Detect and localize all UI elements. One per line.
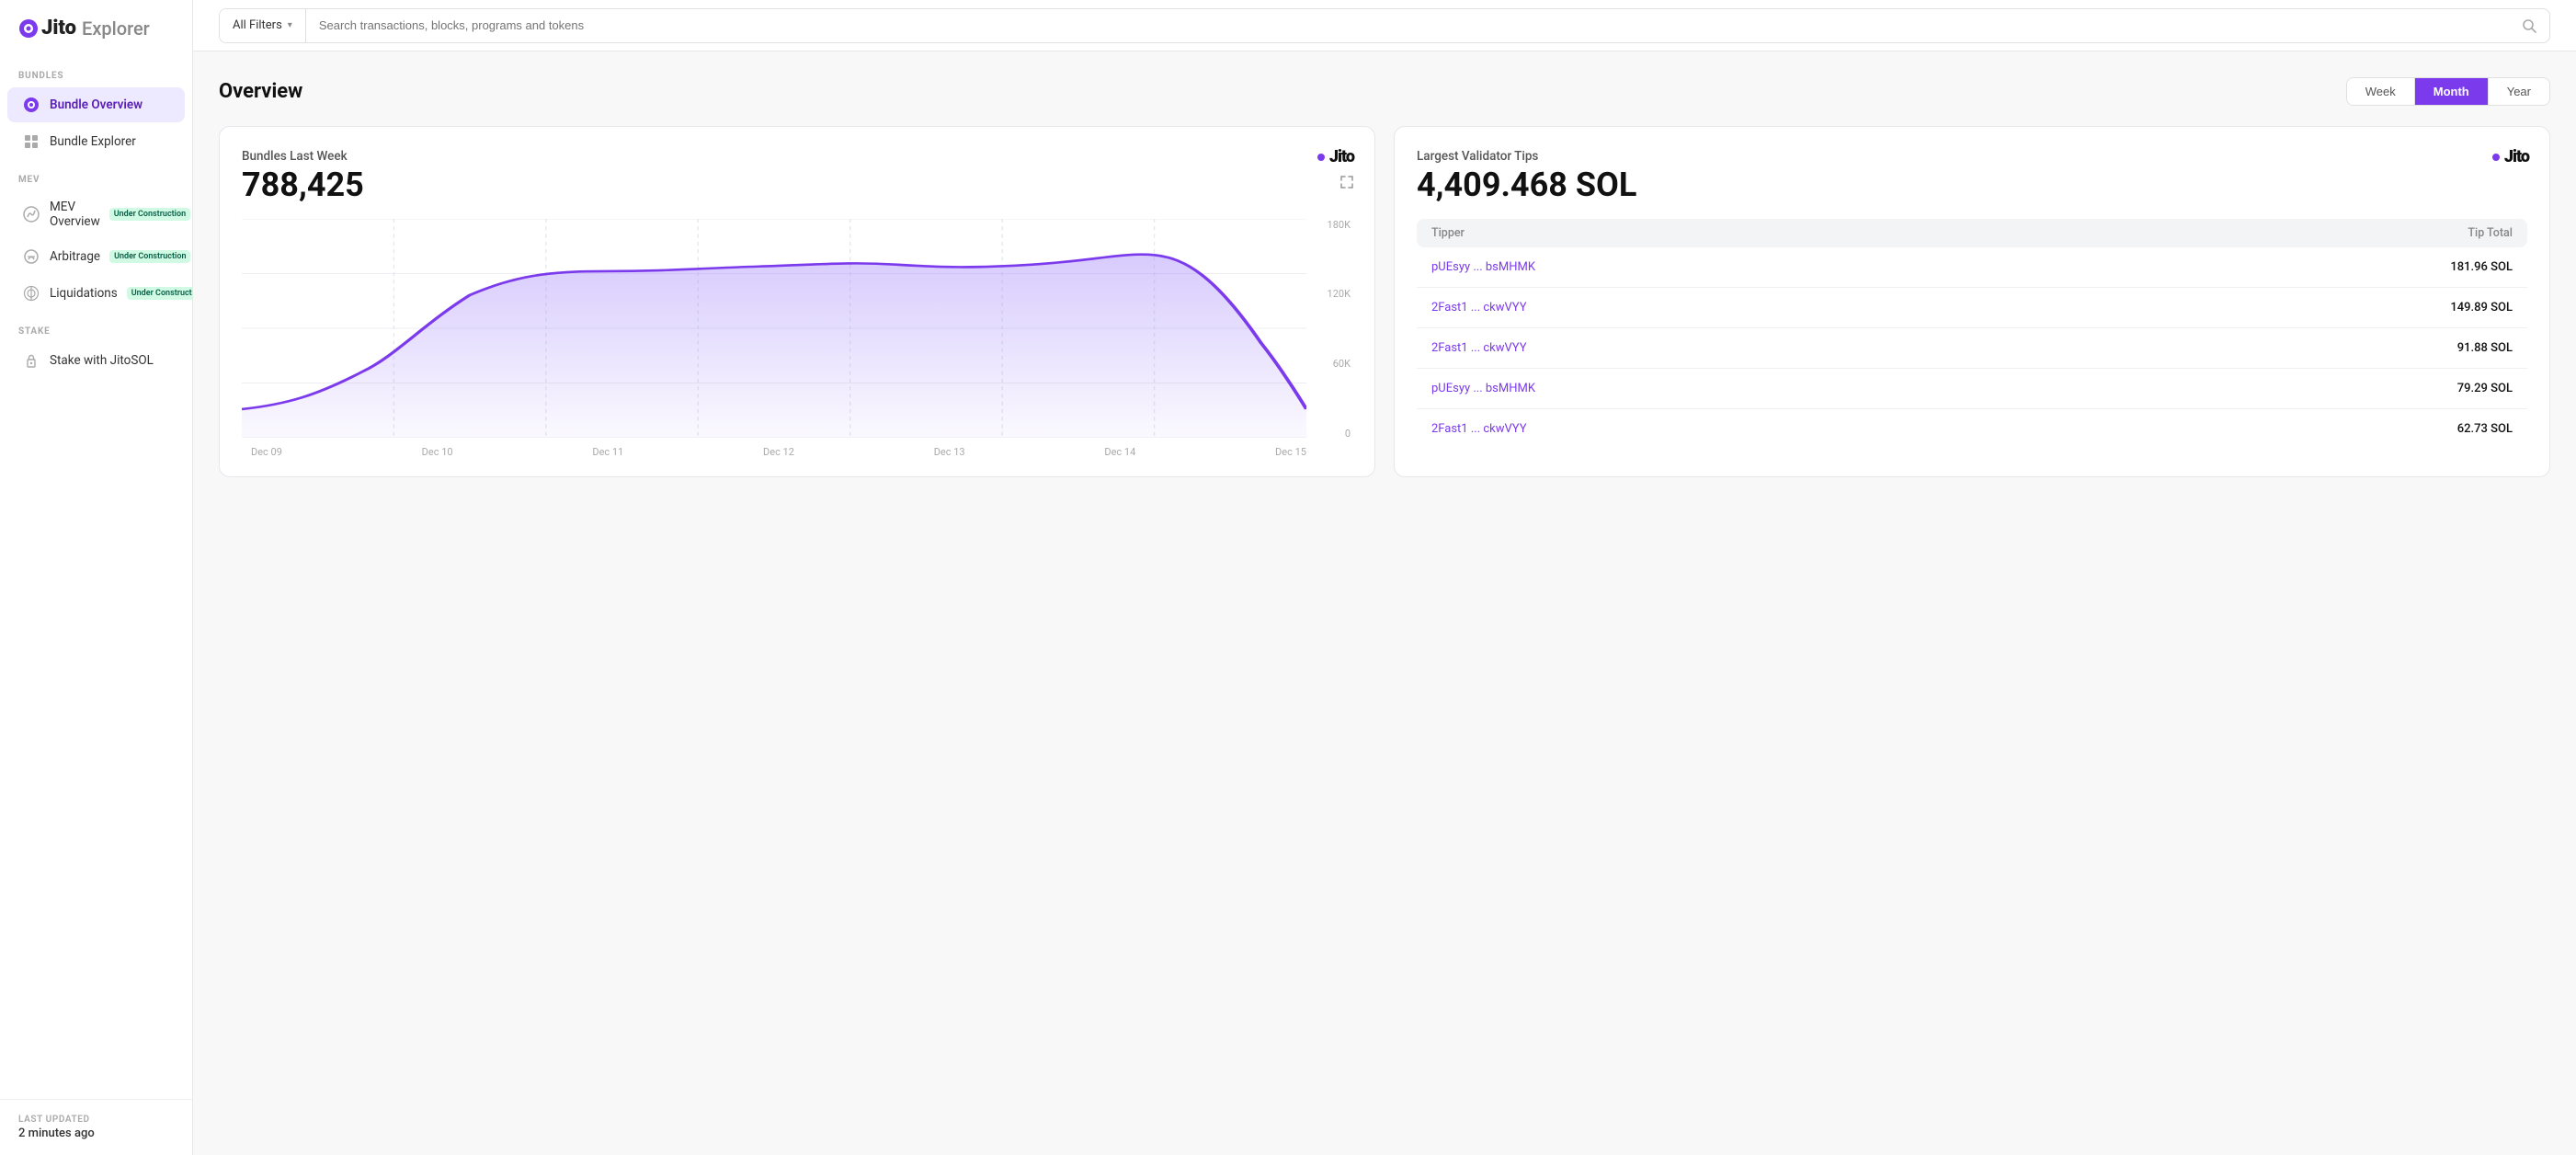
arbitrage-badge: Under Construction [109,250,190,263]
overview-title: Overview [219,80,302,103]
filter-label: All Filters [233,18,282,32]
tip-amount: 62.73 SOL [2457,422,2513,436]
x-label-dec15: Dec 15 [1275,446,1306,458]
validator-card: Jito Largest Validator Tips 4,409.468 SO… [1394,126,2550,477]
sidebar-item-liquidations[interactable]: Liquidations Under Construction [7,276,185,311]
overview-area: Overview Week Month Year Jito [193,51,2576,1155]
validator-card-logo: Jito [2492,147,2529,166]
sidebar-bottom: LAST UPDATED 2 minutes ago [0,1099,192,1155]
overview-header: Overview Week Month Year [219,77,2550,106]
search-input[interactable] [319,18,2496,32]
table-row: 2Fast1 ... ckwVYY 149.89 SOL [1417,288,2527,328]
tipper-link[interactable]: 2Fast1 ... ckwVYY [1431,301,1527,314]
x-label-dec11: Dec 11 [592,446,623,458]
bundle-overview-label: Bundle Overview [50,97,170,112]
chart-x-labels: Dec 09 Dec 10 Dec 11 Dec 12 Dec 13 Dec 1… [251,446,1306,458]
col-tip-header: Tip Total [2468,226,2513,240]
bundles-chart: 180K 120K 60K 0 [242,219,1352,458]
time-filter-group: Week Month Year [2346,77,2550,106]
table-row: pUEsyy ... bsMHMK 79.29 SOL [1417,369,2527,409]
bundles-card-logo: Jito [1317,147,1354,166]
y-label-0: 0 [1345,428,1351,440]
bundles-card: Jito Bundles Last Week 788,425 180K [219,126,1375,477]
logo-explorer-text: Explorer [82,17,150,40]
month-button[interactable]: Month [2414,78,2488,105]
main-content: All Filters ▾ Overview Week Month Year [193,0,2576,1155]
week-button[interactable]: Week [2347,78,2414,105]
jito-logo-icon [18,18,39,39]
bundle-explorer-icon [22,132,40,151]
bundles-card-value: 788,425 [242,167,1352,204]
year-button[interactable]: Year [2488,78,2549,105]
arbitrage-icon [22,247,40,266]
liquidations-icon [22,284,40,303]
stake-icon [22,351,40,370]
tipper-link[interactable]: pUEsyy ... bsMHMK [1431,260,1535,274]
col-tipper-header: Tipper [1431,226,1465,240]
validator-card-value: 4,409.468 SOL [1417,167,2527,204]
y-label-120k: 120K [1328,288,1351,300]
chart-y-labels: 180K 120K 60K 0 [1328,219,1352,440]
chevron-down-icon: ▾ [288,20,292,30]
sidebar-item-mev-overview[interactable]: MEV Overview Under Construction [7,191,185,237]
x-label-dec13: Dec 13 [934,446,965,458]
mev-overview-label: MEV Overview [50,200,100,229]
mev-section-label: MEV [0,160,192,190]
mev-overview-badge: Under Construction [109,208,190,221]
liquidations-label: Liquidations [50,286,118,301]
expand-icon[interactable] [1339,175,1354,193]
tip-amount: 149.89 SOL [2450,301,2513,314]
bundle-overview-icon [22,96,40,114]
tip-amount: 181.96 SOL [2450,260,2513,274]
topbar: All Filters ▾ [193,0,2576,51]
table-body: pUEsyy ... bsMHMK 181.96 SOL 2Fast1 ... … [1417,247,2527,449]
logo: Jito Explorer [0,0,192,56]
table-row: 2Fast1 ... ckwVYY 91.88 SOL [1417,328,2527,369]
validator-table: Tipper Tip Total pUEsyy ... bsMHMK 181.9… [1417,219,2527,449]
x-label-dec14: Dec 14 [1104,446,1135,458]
liquidations-badge: Under Construction [127,287,193,300]
bundle-explorer-label: Bundle Explorer [50,134,170,149]
last-updated-label: LAST UPDATED [18,1115,174,1125]
sidebar-item-arbitrage[interactable]: Arbitrage Under Construction [7,239,185,274]
tipper-link[interactable]: 2Fast1 ... ckwVYY [1431,341,1527,355]
bundles-section-label: BUNDLES [0,56,192,86]
search-filter-bar[interactable]: All Filters ▾ [219,8,2550,43]
table-row: 2Fast1 ... ckwVYY 62.73 SOL [1417,409,2527,449]
table-row: pUEsyy ... bsMHMK 181.96 SOL [1417,247,2527,288]
arbitrage-label: Arbitrage [50,249,100,264]
last-updated-value: 2 minutes ago [18,1126,174,1140]
x-label-dec09: Dec 09 [251,446,282,458]
search-icon[interactable] [2509,9,2549,42]
cards-row: Jito Bundles Last Week 788,425 180K [219,126,2550,477]
x-label-dec10: Dec 10 [422,446,453,458]
sidebar: Jito Explorer BUNDLES Bundle Overview Bu [0,0,193,1155]
y-label-60k: 60K [1333,358,1351,370]
tipper-link[interactable]: 2Fast1 ... ckwVYY [1431,422,1527,436]
mev-overview-icon [22,205,40,223]
sidebar-item-bundle-explorer[interactable]: Bundle Explorer [7,124,185,159]
bundles-card-label: Bundles Last Week [242,149,1352,164]
logo-jito-text: Jito [41,17,76,40]
tipper-link[interactable]: pUEsyy ... bsMHMK [1431,382,1535,395]
tip-amount: 91.88 SOL [2457,341,2513,355]
stake-label: Stake with JitoSOL [50,353,170,368]
search-input-wrap[interactable] [306,18,2509,32]
chart-svg-wrap [242,219,1306,438]
filter-dropdown[interactable]: All Filters ▾ [220,9,306,42]
sidebar-item-bundle-overview[interactable]: Bundle Overview [7,87,185,122]
stake-section-label: STAKE [0,312,192,342]
table-header: Tipper Tip Total [1417,219,2527,247]
x-label-dec12: Dec 12 [763,446,794,458]
chart-svg [242,219,1306,438]
y-label-180k: 180K [1328,219,1351,231]
tip-amount: 79.29 SOL [2457,382,2513,395]
validator-card-label: Largest Validator Tips [1417,149,2527,164]
sidebar-item-stake[interactable]: Stake with JitoSOL [7,343,185,378]
